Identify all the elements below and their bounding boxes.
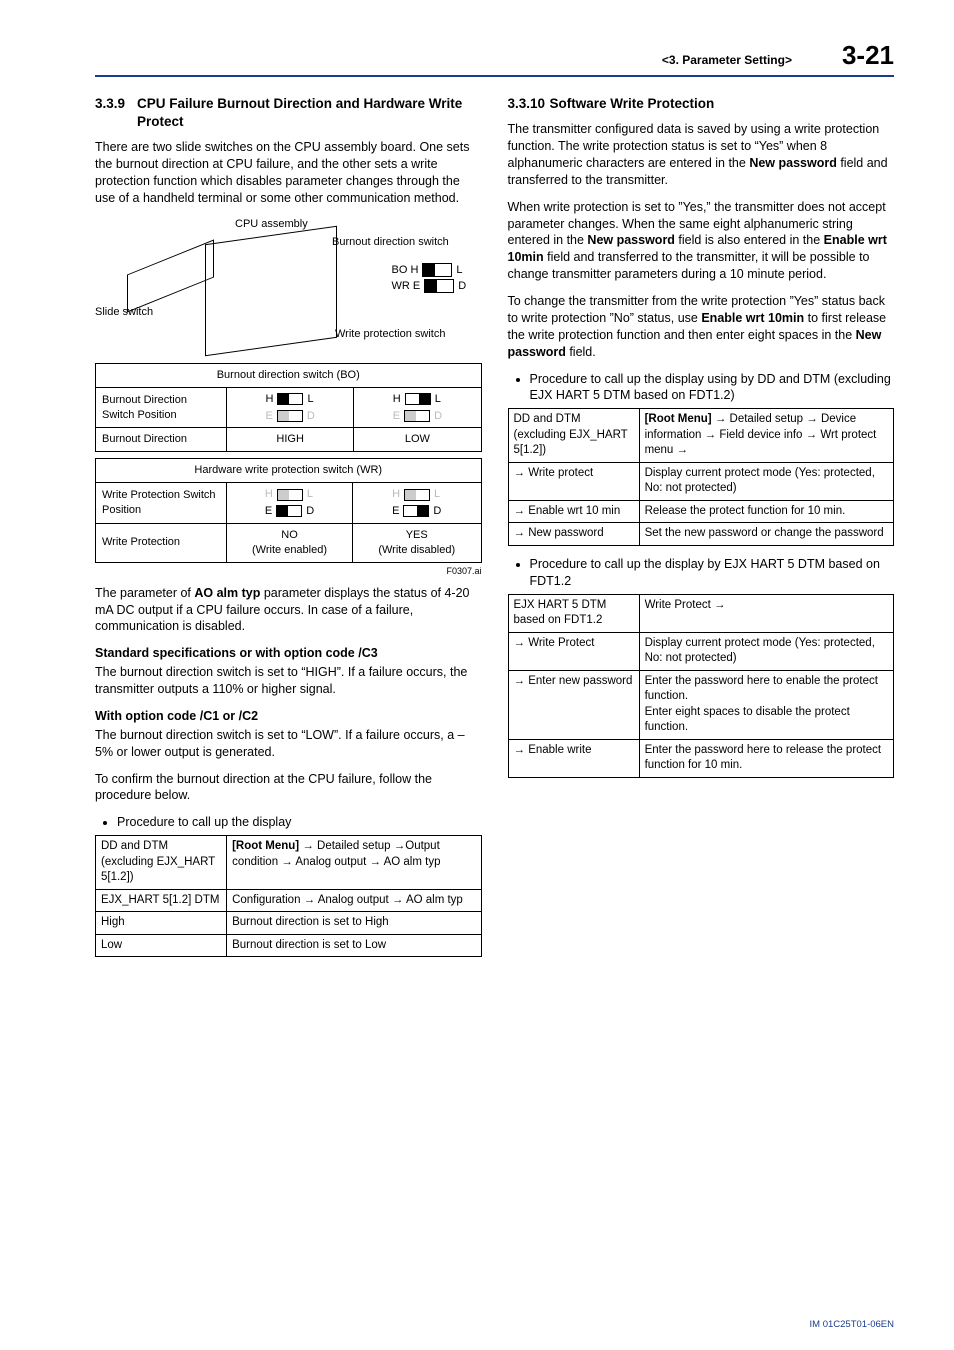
- t1-r1a: DD and DTM (excluding EJX_HART 5[1.2]): [508, 409, 639, 463]
- right-p1: The transmitter configured data is saved…: [508, 121, 895, 189]
- label-d: D: [458, 279, 466, 294]
- label-bo-h: BO H: [392, 263, 419, 278]
- procedure-table-3: EJX HART 5 DTM based on FDT1.2 Write Pro…: [508, 594, 895, 778]
- t2-r3b: Enter the password here to enable the pr…: [639, 670, 893, 739]
- wr-pos-no: HL ED: [227, 483, 353, 524]
- wr-yes: YES(Write disabled): [352, 523, 481, 562]
- bullet-list-3: Procedure to call up the display by EJX …: [508, 556, 895, 590]
- bullet-item: Procedure to call up the display by EJX …: [530, 556, 895, 590]
- procedure-table-1: DD and DTM (excluding EJX_HART 5[1.2]) […: [95, 835, 482, 957]
- section-3-3-10-heading: 3.3.10 Software Write Protection: [508, 95, 895, 113]
- std-spec-body: The burnout direction switch is set to “…: [95, 664, 482, 698]
- t2-r4b: Enter the password here to release the p…: [639, 739, 893, 777]
- procedure-table-2: DD and DTM (excluding EJX_HART 5[1.2]) […: [508, 408, 895, 546]
- wr-pos-yes: HL ED: [352, 483, 481, 524]
- label-wr-e: WR E: [392, 279, 421, 294]
- page-header: <3. Parameter Setting> 3-21: [95, 40, 894, 77]
- bo-pos-low: HL ED: [354, 387, 481, 428]
- t1-r3b: Release the protect function for 10 min.: [639, 500, 893, 523]
- p1-r3b: Burnout direction is set to High: [227, 912, 481, 935]
- section-number: 3.3.10: [508, 95, 550, 113]
- t1-r2b: Display current protect mode (Yes: prote…: [639, 462, 893, 500]
- opt-code-head: With option code /C1 or /C2: [95, 708, 482, 725]
- wr-table-title: Hardware write protection switch (WR): [96, 459, 482, 483]
- section-3-3-9-heading: 3.3.9 CPU Failure Burnout Direction and …: [95, 95, 482, 131]
- t2-r2a: → Write Protect: [508, 632, 639, 670]
- t2-r2b: Display current protect mode (Yes: prote…: [639, 632, 893, 670]
- page: <3. Parameter Setting> 3-21 3.3.9 CPU Fa…: [0, 0, 954, 1350]
- p1-r2b: Configuration → Analog output → AO alm t…: [227, 889, 481, 912]
- wr-row1-label: Write Protection Switch Position: [96, 483, 227, 524]
- t2-r4a: → Enable write: [508, 739, 639, 777]
- bullet-list-1: Procedure to call up the display: [95, 814, 482, 831]
- label-write-switch: Write protection switch: [335, 327, 445, 342]
- bo-table-title: Burnout direction switch (BO): [96, 363, 482, 387]
- slide-switch-shape: [127, 239, 214, 312]
- wr-no: NO(Write enabled): [227, 523, 353, 562]
- t1-r4b: Set the new password or change the passw…: [639, 523, 893, 546]
- bullet-item: Procedure to call up the display using b…: [530, 371, 895, 405]
- t2-r1b: Write Protect →: [639, 594, 893, 632]
- cpu-assembly-diagram: CPU assembly Slide switch Burnout direct…: [95, 217, 482, 357]
- wr-row2-label: Write Protection: [96, 523, 227, 562]
- bo-row2-label: Burnout Direction: [96, 428, 227, 452]
- bullet-item: Procedure to call up the display: [117, 814, 482, 831]
- t2-r3a: → Enter new password: [508, 670, 639, 739]
- bo-pos-high: HL ED: [227, 387, 354, 428]
- p1-r1a: DD and DTM (excluding EJX_HART 5[1.2]): [96, 836, 227, 890]
- intro-paragraph: There are two slide switches on the CPU …: [95, 139, 482, 207]
- pcb-shape: [205, 226, 337, 357]
- t1-r2a: → Write protect: [508, 462, 639, 500]
- right-p2: When write protection is set to ”Yes,” t…: [508, 199, 895, 283]
- t1-r3a: → Enable wrt 10 min: [508, 500, 639, 523]
- label-slide-switch: Slide switch: [95, 305, 153, 320]
- p1-r4b: Burnout direction is set to Low: [227, 934, 481, 957]
- label-l: L: [456, 263, 462, 278]
- ao-paragraph: The parameter of AO alm typ parameter di…: [95, 585, 482, 636]
- t1-r4a: → New password: [508, 523, 639, 546]
- std-spec-head: Standard specifications or with option c…: [95, 645, 482, 662]
- footer-docid: IM 01C25T01-06EN: [810, 1319, 894, 1330]
- right-column: 3.3.10 Software Write Protection The tra…: [508, 91, 895, 967]
- switch-box: BO H L WR E D: [392, 262, 472, 295]
- label-cpu-assembly: CPU assembly: [235, 217, 308, 232]
- right-p3: To change the transmitter from the write…: [508, 293, 895, 361]
- figure-caption: F0307.ai: [95, 565, 482, 577]
- page-number: 3-21: [842, 40, 894, 71]
- t2-r1a: EJX HART 5 DTM based on FDT1.2: [508, 594, 639, 632]
- t1-r1b: [Root Menu] → Detailed setup → Device in…: [639, 409, 893, 463]
- section-number: 3.3.9: [95, 95, 137, 131]
- bo-high: HIGH: [227, 428, 354, 452]
- section-title: CPU Failure Burnout Direction and Hardwa…: [137, 95, 482, 131]
- burnout-switch-table: Burnout direction switch (BO) Burnout Di…: [95, 363, 482, 452]
- left-column: 3.3.9 CPU Failure Burnout Direction and …: [95, 91, 482, 967]
- opt-code-body: The burnout direction switch is set to “…: [95, 727, 482, 761]
- p1-r3a: High: [96, 912, 227, 935]
- p1-r4a: Low: [96, 934, 227, 957]
- write-protect-switch-table: Hardware write protection switch (WR) Wr…: [95, 458, 482, 562]
- confirm-paragraph: To confirm the burnout direction at the …: [95, 771, 482, 805]
- bo-low: LOW: [354, 428, 481, 452]
- bo-row1-label: Burnout Direction Switch Position: [96, 387, 227, 428]
- p1-r2a: EJX_HART 5[1.2] DTM: [96, 889, 227, 912]
- label-burnout-switch: Burnout direction switch: [332, 235, 449, 250]
- header-crumb: <3. Parameter Setting>: [662, 53, 792, 67]
- bullet-list-2: Procedure to call up the display using b…: [508, 371, 895, 405]
- section-title: Software Write Protection: [550, 95, 715, 113]
- columns: 3.3.9 CPU Failure Burnout Direction and …: [95, 91, 894, 967]
- p1-r1b: [Root Menu] → Detailed setup →Output con…: [227, 836, 481, 890]
